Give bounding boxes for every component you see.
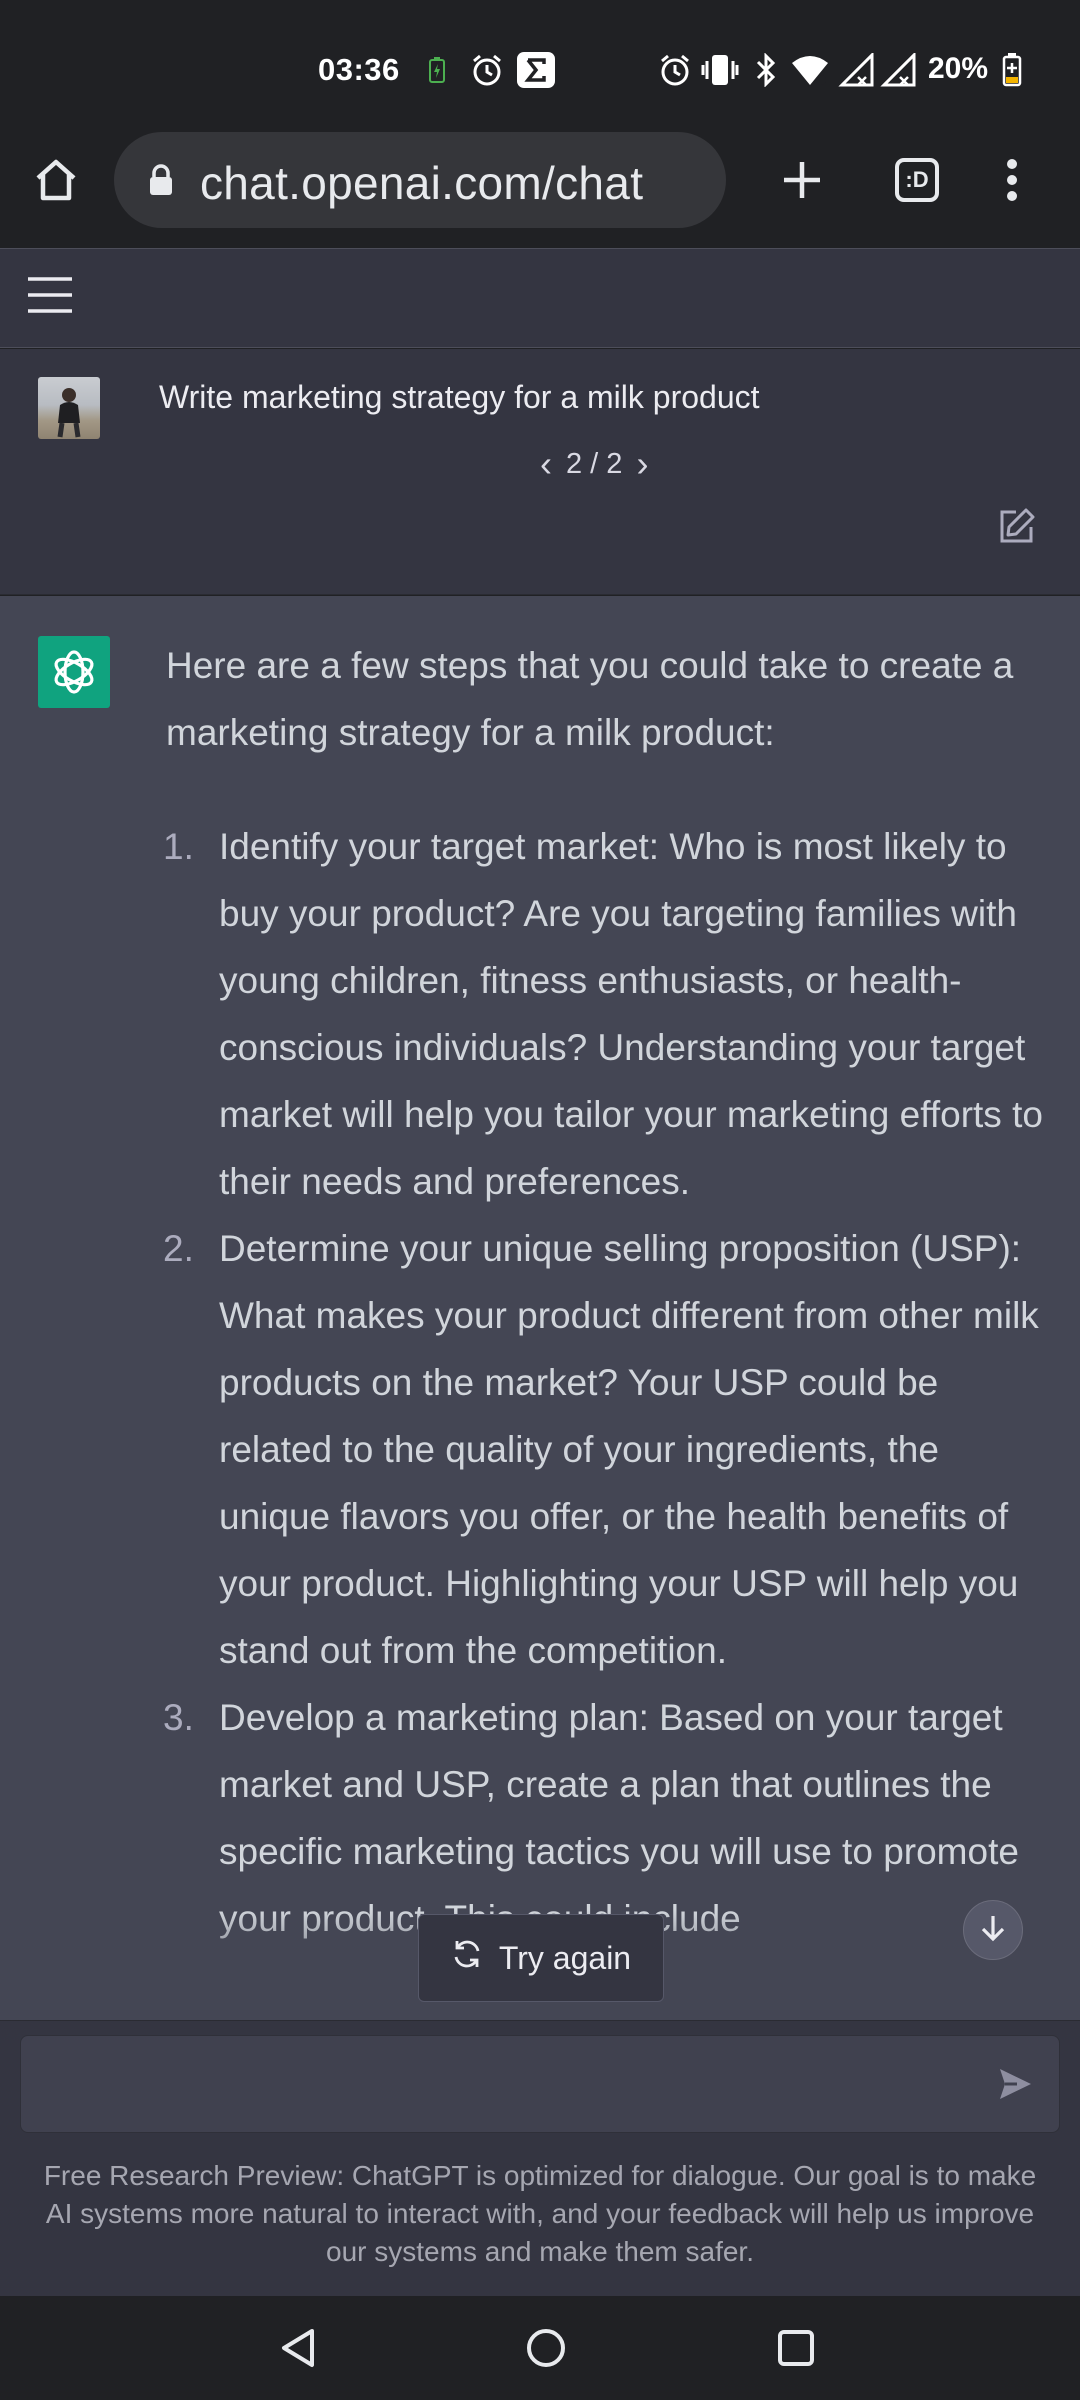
battery-icon (1000, 52, 1024, 88)
user-message: Write marketing strategy for a milk prod… (0, 349, 1080, 595)
alarm-icon (656, 52, 694, 88)
lock-icon[interactable] (148, 164, 174, 201)
edit-icon[interactable] (996, 507, 1036, 547)
user-prompt-text: Write marketing strategy for a milk prod… (159, 379, 760, 415)
pager-prev-button[interactable]: ‹ (540, 443, 552, 485)
status-bar: 03:36 20% (0, 0, 1080, 130)
scroll-to-bottom-button[interactable] (963, 1900, 1023, 1960)
system-nav-bar (0, 2296, 1080, 2400)
disclaimer-text: Free Research Preview: ChatGPT is optimi… (43, 2160, 1037, 2267)
home-icon[interactable] (16, 140, 96, 220)
browser-toolbar: chat.openai.com/chat :D (0, 130, 1080, 248)
signal-icon (836, 52, 876, 88)
assistant-intro: Here are a few steps that you could take… (166, 645, 1014, 753)
back-icon[interactable] (270, 2320, 326, 2376)
list-item: 2. Determine your unique selling proposi… (163, 1215, 1046, 1684)
list-item-text: Determine your unique selling propositio… (219, 1228, 1039, 1671)
status-time: 03:36 (318, 52, 400, 87)
list-item: 1. Identify your target market: Who is m… (163, 813, 1046, 1215)
pager-next-button[interactable]: › (636, 443, 648, 485)
chat-top-bar (0, 248, 1080, 348)
alarm-icon (468, 52, 506, 88)
vibrate-icon (700, 52, 740, 88)
menu-icon[interactable] (26, 275, 78, 319)
send-icon[interactable] (997, 2066, 1037, 2106)
composer-area: Free Research Preview: ChatGPT is optimi… (0, 2020, 1080, 2296)
list-item-number: 1. (163, 826, 194, 867)
battery-percent: 20% (928, 52, 989, 85)
message-input[interactable] (20, 2035, 1060, 2133)
new-tab-icon[interactable] (762, 140, 842, 220)
address-bar[interactable]: chat.openai.com/chat (114, 132, 726, 228)
assistant-message: Here are a few steps that you could take… (0, 596, 1080, 2020)
assistant-list: 1. Identify your target market: Who is m… (163, 813, 1046, 1952)
battery-charging-icon (426, 52, 448, 88)
tab-switcher-icon[interactable]: :D (877, 140, 957, 220)
list-item-text: Identify your target market: Who is most… (219, 826, 1043, 1202)
refresh-icon (451, 1938, 483, 1978)
openai-logo-icon (38, 636, 110, 708)
user-avatar (38, 377, 100, 439)
list-item-number: 2. (163, 1228, 194, 1269)
more-menu-icon[interactable] (972, 140, 1052, 220)
list-item-text: Develop a marketing plan: Based on your … (219, 1697, 1019, 1939)
assistant-message-body: Here are a few steps that you could take… (163, 632, 1046, 1952)
response-pager: ‹ 2 / 2 › (540, 443, 648, 485)
try-again-button[interactable]: Try again (418, 1914, 664, 2002)
try-again-label: Try again (498, 1939, 632, 1976)
recents-icon[interactable] (768, 2320, 824, 2376)
signal-icon (878, 52, 918, 88)
pager-count: 2 / 2 (566, 447, 623, 480)
home-nav-icon[interactable] (518, 2320, 574, 2376)
bluetooth-icon (752, 52, 780, 88)
arrow-down-icon (979, 1913, 1007, 1948)
wifi-icon (790, 52, 830, 88)
url-text[interactable]: chat.openai.com/chat (200, 156, 643, 210)
sigma-app-icon (516, 52, 556, 88)
tab-switcher-label: :D (905, 167, 929, 192)
list-item-number: 3. (163, 1697, 194, 1738)
